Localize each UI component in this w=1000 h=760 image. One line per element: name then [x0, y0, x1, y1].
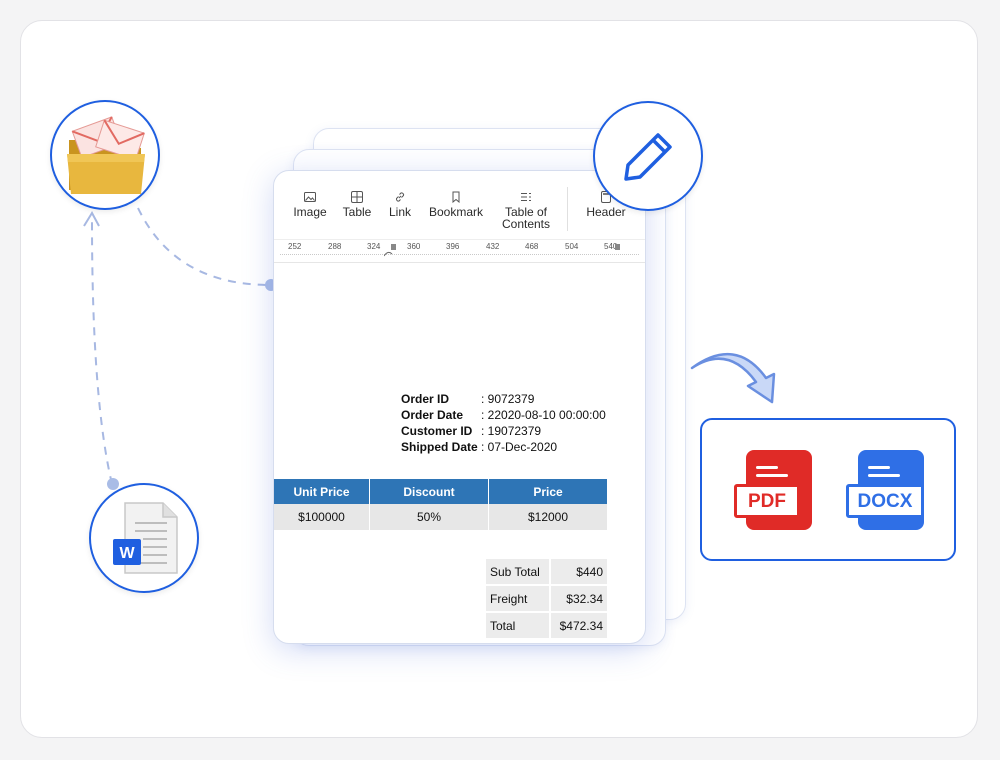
ruler-tick: 360: [407, 242, 421, 251]
customer-id-label: Customer ID: [401, 424, 473, 438]
toolbar-table-label: Table: [342, 205, 372, 219]
word-document-circle: W: [89, 483, 199, 593]
shipped-date-row: Shipped Date: 07-Dec-2020: [401, 440, 606, 456]
toolbar-image-label: Image: [293, 205, 327, 219]
order-date-value: : 22020-08-10 00:00:00: [481, 408, 606, 422]
toolbar-bookmark-label: Bookmark: [428, 205, 484, 219]
docx-file-icon[interactable]: DOCX: [846, 450, 924, 530]
freight-amount: $32.34: [549, 585, 607, 613]
totals-row: Freight $32.34: [486, 585, 607, 613]
toolbar-toc-label: Table of Contents: [501, 205, 551, 231]
arrow-icon: [690, 352, 776, 404]
editor-toolbar: Image Table Link Bookmark Table of Conten…: [274, 171, 645, 239]
total-amount: $472.34: [549, 612, 607, 640]
toolbar-image-button[interactable]: Image: [291, 191, 329, 218]
subtotal-label: Sub Total: [486, 559, 550, 586]
document-editor: Image Table Link Bookmark Table of Conten…: [273, 170, 646, 644]
docx-label: DOCX: [846, 484, 924, 518]
order-id-value: : 9072379: [481, 392, 535, 406]
pencil-icon: [624, 133, 672, 181]
docx-file-line: [868, 466, 890, 469]
table-icon: [351, 191, 363, 203]
toolbar-bookmark-button[interactable]: Bookmark: [426, 191, 486, 218]
pdf-file-icon[interactable]: PDF: [734, 450, 812, 530]
ruler-tick: 288: [328, 242, 342, 251]
ruler-tick: 324: [367, 242, 381, 251]
order-id-row: Order ID : 9072379: [401, 392, 606, 408]
word-document-icon: W: [113, 502, 178, 574]
ruler[interactable]: 252 288 324 360 396 432 468 504 540: [274, 239, 645, 263]
ruler-indent-marker-icon[interactable]: [384, 244, 400, 258]
table-cell-discount: 50%: [369, 504, 489, 530]
freight-label: Freight: [486, 585, 550, 613]
ruler-tick: 468: [525, 242, 539, 251]
docx-file-line: [868, 474, 900, 477]
link-icon: [395, 192, 405, 202]
column-header-discount: Discount: [369, 479, 489, 504]
order-details: Order ID : 9072379 Order Date : 22020-08-1…: [401, 392, 606, 456]
toolbar-link-label: Link: [388, 205, 411, 219]
folder-mail-icon: [67, 116, 145, 194]
order-id-label: Order ID: [401, 392, 450, 406]
toolbar-header-label: Header: [586, 205, 626, 219]
toolbar-link-button[interactable]: Link: [382, 191, 418, 218]
items-table-header: Unit Price Discount Price: [274, 479, 607, 504]
totals-table: Sub Total $440 Freight $32.34 Total $472.34: [486, 559, 607, 640]
toolbar-toc-button[interactable]: Table of Contents: [496, 191, 556, 230]
table-cell-unit-price: $100000: [274, 504, 370, 530]
svg-text:W: W: [119, 545, 135, 562]
ruler-tick: 432: [486, 242, 500, 251]
order-date-row: Order Date : 22020-08-10 00:00:00: [401, 408, 606, 424]
image-icon: [304, 192, 316, 202]
totals-row: Sub Total $440: [486, 559, 607, 586]
column-header-price: Price: [488, 479, 607, 504]
ruler-dotted-line: [280, 254, 639, 256]
pdf-file-line: [756, 474, 788, 477]
subtotal-amount: $440: [549, 559, 607, 586]
customer-id-value: : 19072379: [481, 424, 542, 438]
total-label: Total: [486, 612, 550, 640]
table-cell-price: $12000: [488, 504, 607, 530]
table-of-contents-icon: [521, 193, 531, 201]
items-table: Unit Price Discount Price $100000 50% $1…: [274, 479, 607, 530]
bookmark-icon: [452, 191, 460, 203]
ruler-tick: 504: [565, 242, 579, 251]
customer-id-row: Customer ID : 19072379: [401, 424, 606, 440]
ruler-margin-marker-icon[interactable]: [614, 244, 622, 252]
totals-row: Total $472.34: [486, 612, 607, 640]
ruler-tick: 252: [288, 242, 302, 251]
toolbar-separator: [567, 187, 568, 231]
shipped-date-value: : 07-Dec-2020: [481, 440, 558, 454]
column-header-unit-price: Unit Price: [274, 479, 370, 504]
edit-circle[interactable]: [593, 101, 703, 211]
pdf-file-line: [756, 466, 778, 469]
export-formats-panel: PDF DOCX: [700, 418, 956, 561]
order-date-label: Order Date: [401, 408, 464, 422]
shipped-date-label: Shipped Date: [401, 440, 478, 454]
toolbar-table-button[interactable]: Table: [338, 191, 376, 218]
ruler-tick: 396: [446, 242, 460, 251]
folder-circle: [50, 100, 160, 210]
pdf-label: PDF: [734, 484, 800, 518]
table-row: $100000 50% $12000: [274, 504, 607, 530]
